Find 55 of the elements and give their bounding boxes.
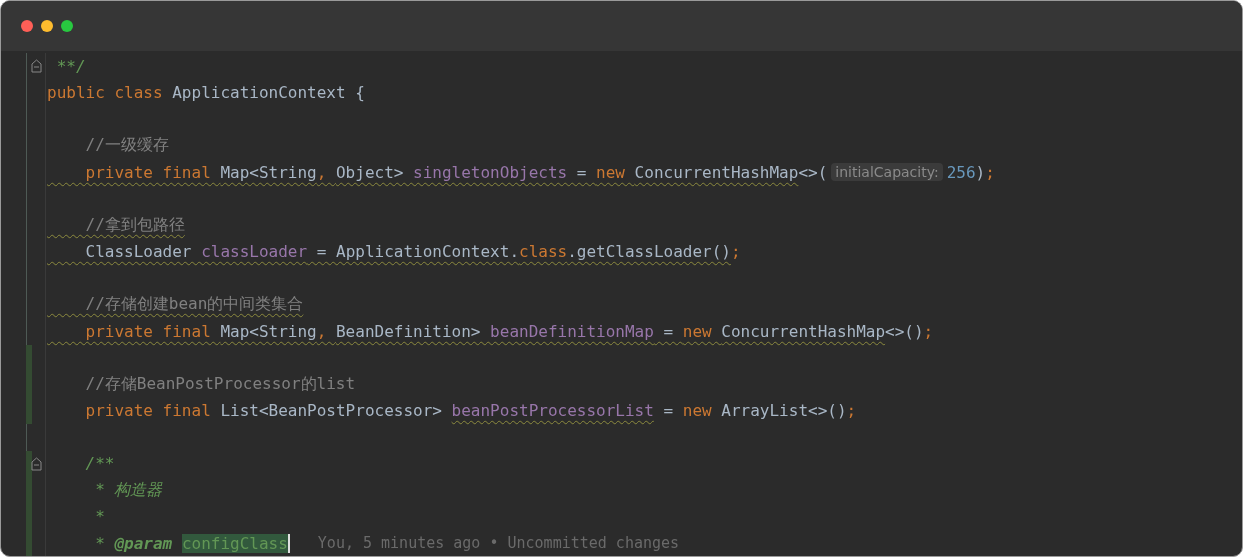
code-text: Map<String xyxy=(220,162,317,182)
doc-tag: @param xyxy=(114,533,182,553)
code-text: ConcurrentHashMap xyxy=(721,321,886,341)
code-text: ) xyxy=(975,162,986,182)
doc-comment: **/ xyxy=(55,56,86,76)
code-text: = xyxy=(662,321,675,341)
keyword: class xyxy=(519,242,568,262)
field-name: classLoader xyxy=(201,242,308,262)
fold-icon[interactable] xyxy=(31,59,42,73)
keyword: ; xyxy=(923,321,934,341)
code-comment: //存储BeanPostProcessor的list xyxy=(84,373,356,395)
code-text: ConcurrentHashMap xyxy=(634,162,799,182)
code-text: Object> xyxy=(336,162,405,182)
code-comment: //拿到包路径 xyxy=(84,214,185,236)
keyword: private final xyxy=(84,321,212,341)
keyword: ; xyxy=(730,242,741,262)
blame-annotation: You, 5 minutes ago • Uncommitted changes xyxy=(317,534,680,553)
doc-comment: * xyxy=(94,507,105,527)
code-text: <>() xyxy=(885,321,924,341)
keyword: private final xyxy=(84,401,212,421)
code-text: = ApplicationContext. xyxy=(315,242,519,262)
field-name: beanDefinitionMap xyxy=(490,321,654,341)
code-text: = xyxy=(575,162,588,182)
code-text: <>( xyxy=(798,162,828,182)
doc-comment: * 构造器 xyxy=(94,479,163,501)
number-literal: 256 xyxy=(946,162,976,182)
keyword: new xyxy=(596,162,626,182)
keyword: ; xyxy=(846,401,857,421)
keyword: new xyxy=(682,321,713,341)
code-text: ApplicationContext { xyxy=(172,83,365,103)
keyword: ; xyxy=(985,162,995,182)
code-text: ClassLoader xyxy=(84,242,193,262)
code-text: = xyxy=(662,401,675,421)
code-comment: //存储创建bean的中间类集合 xyxy=(84,294,304,316)
minimize-window-button[interactable] xyxy=(41,20,53,32)
keyword: , xyxy=(316,162,328,182)
fold-icon[interactable] xyxy=(31,456,42,471)
code-text: BeanDefinition> xyxy=(336,321,482,341)
code-text: ArrayList<>() xyxy=(721,401,847,421)
keyword: , xyxy=(316,321,328,341)
doc-comment: /** xyxy=(84,454,115,474)
keyword: public class xyxy=(47,83,164,103)
keyword: new xyxy=(682,401,713,421)
field-name: singletonObjects xyxy=(413,162,568,182)
code-text: Map<String xyxy=(220,321,317,341)
doc-comment: * xyxy=(94,533,106,553)
keyword: private final xyxy=(84,162,212,182)
parameter-name: configClass xyxy=(181,533,290,553)
code-comment: //一级缓存 xyxy=(84,135,169,157)
field-name: beanPostProcessorList xyxy=(451,401,654,421)
zoom-window-button[interactable] xyxy=(61,20,73,32)
parameter-hint: initialCapacity: xyxy=(831,163,943,182)
close-window-button[interactable] xyxy=(21,20,33,32)
code-text: .getClassLoader() xyxy=(567,242,731,262)
code-text: List<BeanPostProcessor> xyxy=(220,401,443,421)
